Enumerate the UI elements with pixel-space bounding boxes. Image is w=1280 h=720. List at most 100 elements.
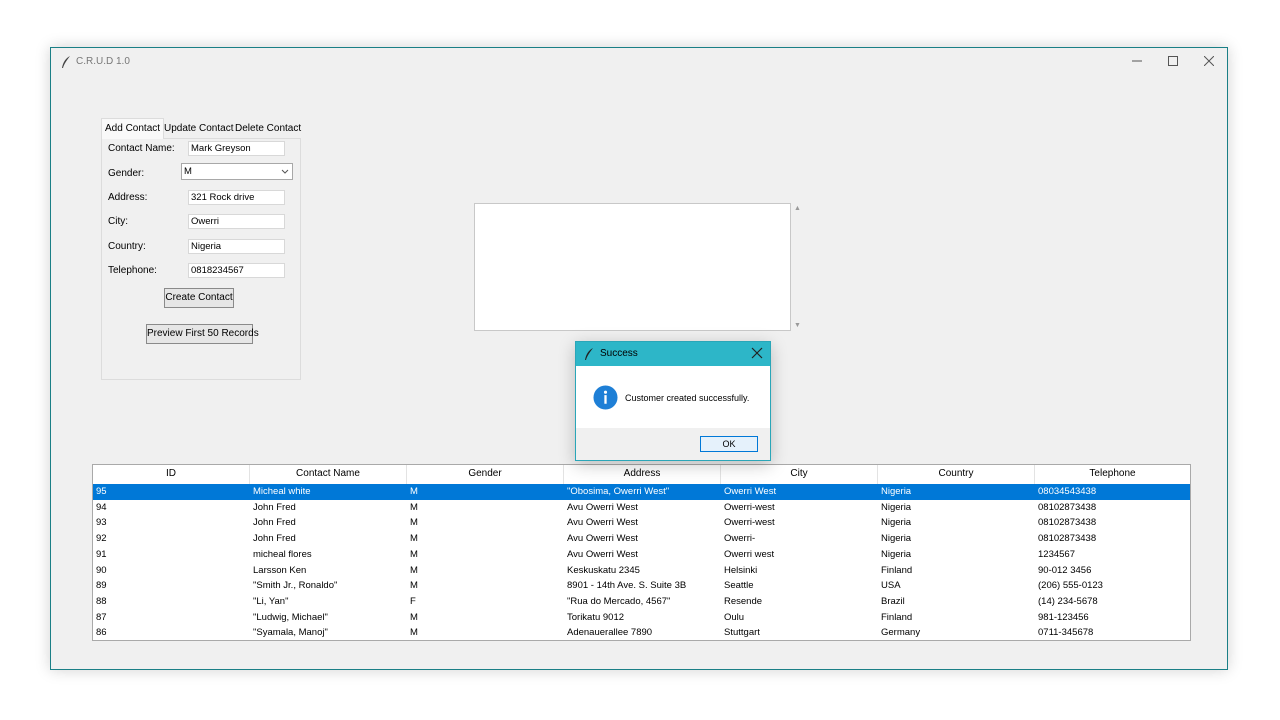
table-cell: 88	[96, 595, 107, 607]
table-cell: Avu Owerri West	[567, 533, 638, 545]
table-header: ID Contact Name Gender Address City Coun…	[93, 465, 1190, 485]
table-cell: 1234567	[1038, 548, 1075, 560]
dialog-title-bar[interactable]: Success	[576, 342, 770, 366]
table-cell: "Ludwig, Michael"	[253, 611, 328, 623]
table-cell: M	[410, 564, 418, 576]
dialog-message: Customer created successfully.	[625, 393, 750, 403]
scroll-down-icon[interactable]: ▼	[794, 322, 801, 329]
table-cell: M	[410, 611, 418, 623]
table-cell: 95	[96, 486, 107, 497]
maximize-button[interactable]	[1155, 48, 1191, 76]
table-cell: 08102873438	[1038, 533, 1097, 545]
table-cell: Avu Owerri West	[567, 548, 638, 560]
table-cell: Adenauerallee 7890	[567, 627, 653, 639]
table-cell: F	[410, 595, 416, 607]
table-cell: John Fred	[253, 533, 296, 545]
table-cell: 90	[96, 564, 107, 576]
contact-name-field[interactable]: Mark Greyson	[188, 141, 285, 156]
column-header-address[interactable]: Address	[564, 465, 721, 484]
telephone-field[interactable]: 0818234567	[188, 263, 285, 278]
close-icon[interactable]	[749, 345, 765, 361]
table-cell: Keskuskatu 2345	[567, 564, 640, 576]
table-cell: Resende	[724, 595, 763, 607]
table-cell: 0711-345678	[1038, 627, 1094, 639]
textarea-scrollbar[interactable]: ▲ ▼	[791, 203, 804, 331]
table-cell: Owerri-west	[724, 501, 775, 513]
table-row[interactable]: 90 Larsson Ken M Keskuskatu 2345 Helsinki Fin…	[93, 563, 1190, 579]
tab-add-contact[interactable]: Add Contact	[101, 118, 165, 139]
table-cell: Owerri-	[724, 533, 756, 545]
table-row[interactable]: 92 John Fred M Avu Owerri West Owerri- Nigeri…	[93, 531, 1190, 547]
column-header-telephone[interactable]: Telephone	[1035, 465, 1190, 484]
column-header-country[interactable]: Country	[878, 465, 1035, 484]
tab-delete-contact[interactable]: Delete Contact	[232, 120, 304, 138]
tab-strip: Add Contact Update Contact Delete Contac…	[101, 118, 351, 139]
table-cell: 90-012 3456	[1038, 564, 1092, 576]
close-button[interactable]	[1191, 48, 1227, 76]
table-row[interactable]: 89 "Smith Jr., Ronaldo" M 8901 - 14th Ave. …	[93, 578, 1190, 594]
table-row[interactable]: 91 micheal flores M Avu Owerri West Owerri w…	[93, 547, 1190, 563]
table-cell: Owerri west	[724, 548, 775, 560]
feather-icon	[62, 56, 70, 68]
table-cell: Owerri-west	[724, 517, 775, 529]
table-cell: Owerri West	[724, 486, 777, 497]
table-cell: "Smith Jr., Ronaldo"	[253, 580, 338, 592]
table-row[interactable]: 95 Micheal white M "Obosima, Owerri West" Ow…	[93, 484, 1190, 500]
table-cell: Finland	[881, 611, 913, 623]
table-cell: 86	[96, 627, 107, 639]
address-field[interactable]: 321 Rock drive	[188, 190, 285, 205]
contact-notebook: Add Contact Update Contact Delete Contac…	[101, 118, 301, 380]
column-header-contact-name[interactable]: Contact Name	[250, 465, 407, 484]
table-cell: "Obosima, Owerri West"	[567, 486, 670, 497]
table-cell: USA	[881, 580, 901, 592]
table-row[interactable]: 87 "Ludwig, Michael" M Torikatu 9012 Oulu Fin…	[93, 610, 1190, 626]
column-header-id[interactable]: ID	[93, 465, 250, 484]
scroll-up-icon[interactable]: ▲	[794, 205, 801, 212]
table-cell: M	[410, 486, 418, 497]
table-cell: micheal flores	[253, 548, 312, 560]
table-cell: 91	[96, 548, 107, 560]
city-label: City:	[108, 216, 128, 227]
country-field[interactable]: Nigeria	[188, 239, 285, 254]
contacts-table[interactable]: ID Contact Name Gender Address City Coun…	[92, 464, 1191, 641]
city-field[interactable]: Owerri	[188, 214, 285, 229]
preview-records-button[interactable]: Preview First 50 Records	[146, 324, 259, 344]
title-bar[interactable]: C.R.U.D 1.0	[51, 48, 1227, 76]
table-cell: 08102873438	[1038, 517, 1097, 529]
table-cell: Avu Owerri West	[567, 517, 638, 529]
table-row[interactable]: 88 "Li, Yan" F "Rua do Mercado, 4567" Resend…	[93, 594, 1190, 610]
output-textarea[interactable]	[474, 203, 791, 331]
table-cell: M	[410, 517, 418, 529]
table-row[interactable]: 86 "Syamala, Manoj" M Adenauerallee 7890 Stu…	[93, 625, 1190, 640]
tab-update-contact[interactable]: Update Contact	[161, 120, 237, 138]
table-cell: 8901 - 14th Ave. S. Suite 3B	[567, 580, 687, 592]
table-cell: 08034543438	[1038, 486, 1097, 497]
table-cell: Nigeria	[881, 486, 912, 497]
create-contact-button[interactable]: Create Contact	[164, 288, 234, 308]
column-header-gender[interactable]: Gender	[407, 465, 564, 484]
table-cell: Nigeria	[881, 533, 912, 545]
column-header-city[interactable]: City	[721, 465, 878, 484]
table-row[interactable]: 94 John Fred M Avu Owerri West Owerri-west Ni…	[93, 500, 1190, 516]
table-cell: 89	[96, 580, 107, 592]
minimize-icon	[1132, 60, 1142, 62]
ok-button[interactable]: OK	[700, 436, 758, 452]
close-icon	[1203, 55, 1215, 67]
table-cell: "Li, Yan"	[253, 595, 289, 607]
main-window: C.R.U.D 1.0 Add Contact Update Contact D…	[50, 47, 1228, 670]
gender-select[interactable]: M	[181, 163, 293, 180]
table-cell: M	[410, 548, 418, 560]
table-cell: M	[410, 533, 418, 545]
table-cell: Nigeria	[881, 517, 912, 529]
window-title: C.R.U.D 1.0	[76, 56, 130, 67]
dialog-body: Customer created successfully.	[576, 366, 770, 428]
table-cell: 87	[96, 611, 107, 623]
table-cell: 08102873438	[1038, 501, 1097, 513]
table-row[interactable]: 93 John Fred M Avu Owerri West Owerri-west Ni…	[93, 515, 1190, 531]
table-cell: "Rua do Mercado, 4567"	[567, 595, 671, 607]
table-cell: M	[410, 580, 418, 592]
table-cell: 93	[96, 517, 107, 529]
minimize-button[interactable]	[1119, 48, 1155, 76]
table-cell: Nigeria	[881, 548, 912, 560]
table-cell: Germany	[881, 627, 921, 639]
